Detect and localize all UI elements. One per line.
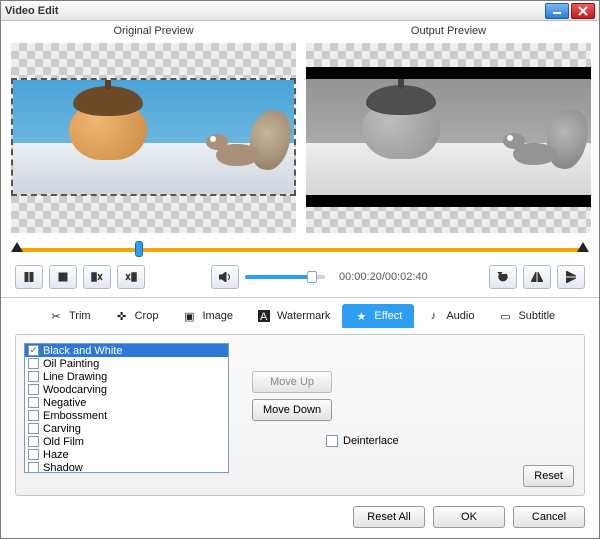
tab-watermark-label: Watermark [277, 310, 330, 322]
volume-button[interactable] [211, 265, 239, 289]
effect-checkbox[interactable] [28, 423, 39, 434]
scissors-icon: ✂ [49, 309, 63, 323]
flip-horizontal-button[interactable] [523, 265, 551, 289]
tab-trim[interactable]: ✂ Trim [37, 304, 103, 328]
music-note-icon: ♪ [426, 309, 440, 323]
list-item[interactable]: Line Drawing [25, 370, 228, 383]
preview-row: Original Preview Output Preview [1, 21, 599, 233]
effect-label: Embossment [43, 410, 107, 422]
crop-frame[interactable] [11, 78, 296, 196]
effect-checkbox[interactable] [28, 436, 39, 447]
effects-listbox[interactable]: ✓ Black and WhiteOil PaintingLine Drawing… [24, 343, 229, 473]
effect-label: Old Film [43, 436, 84, 448]
star-icon: ★ [354, 309, 368, 323]
timeline[interactable] [15, 243, 585, 257]
effect-checkbox[interactable] [28, 449, 39, 460]
tab-subtitle[interactable]: ▭ Subtitle [486, 304, 567, 328]
list-item[interactable]: ✓ Black and White [25, 344, 228, 357]
timecode: 00:00:20/00:02:40 [339, 271, 428, 283]
effect-label: Oil Painting [43, 358, 99, 370]
video-edit-window: Video Edit Original Preview Output Previ… [0, 0, 600, 539]
watermark-icon: A [257, 309, 271, 323]
tab-crop-label: Crop [135, 310, 159, 322]
list-item[interactable]: Embossment [25, 409, 228, 422]
pause-button[interactable] [15, 265, 43, 289]
subtitle-icon: ▭ [498, 309, 512, 323]
effect-label: Negative [43, 397, 86, 409]
tab-subtitle-label: Subtitle [518, 310, 555, 322]
deinterlace-checkbox[interactable] [326, 435, 338, 447]
list-item[interactable]: Shadow [25, 461, 228, 473]
effect-checkbox[interactable] [28, 371, 39, 382]
svg-text:A: A [260, 311, 268, 322]
tab-image-label: Image [202, 310, 233, 322]
window-title: Video Edit [5, 5, 543, 17]
effect-label: Carving [43, 423, 81, 435]
list-item[interactable]: Oil Painting [25, 357, 228, 370]
tab-image[interactable]: ▣ Image [170, 304, 245, 328]
trim-start-marker[interactable] [11, 242, 23, 252]
playback-controls: 00:00:20/00:02:40 [1, 261, 599, 298]
stop-button[interactable] [49, 265, 77, 289]
set-start-button[interactable] [83, 265, 111, 289]
playhead[interactable] [135, 241, 143, 257]
move-down-button[interactable]: Move Down [252, 399, 332, 421]
list-item[interactable]: Negative [25, 396, 228, 409]
effect-label: Line Drawing [43, 371, 107, 383]
tab-effect-label: Effect [374, 310, 402, 322]
output-preview [306, 43, 591, 233]
image-icon: ▣ [182, 309, 196, 323]
deinterlace-label: Deinterlace [343, 435, 399, 447]
tab-watermark[interactable]: A Watermark [245, 304, 342, 328]
effect-checkbox[interactable] [28, 358, 39, 369]
flip-vertical-button[interactable] [557, 265, 585, 289]
effect-label: Woodcarving [43, 384, 107, 396]
tab-trim-label: Trim [69, 310, 91, 322]
list-item[interactable]: Carving [25, 422, 228, 435]
effect-checkbox[interactable] [28, 397, 39, 408]
crop-icon: ✜ [115, 309, 129, 323]
volume-slider[interactable] [245, 275, 325, 279]
tabbar: ✂ Trim ✜ Crop ▣ Image A Watermark ★ Effect ♪ A… [1, 298, 599, 328]
effect-label: Shadow [43, 462, 83, 474]
original-preview-label: Original Preview [11, 21, 296, 43]
reset-all-button[interactable]: Reset All [353, 506, 425, 528]
reset-button[interactable]: Reset [523, 465, 574, 487]
effect-checkbox[interactable] [28, 384, 39, 395]
tab-audio[interactable]: ♪ Audio [414, 304, 486, 328]
effect-checkbox[interactable] [28, 410, 39, 421]
list-item[interactable]: Woodcarving [25, 383, 228, 396]
titlebar: Video Edit [1, 1, 599, 21]
effect-label: Black and White [43, 345, 122, 357]
tab-effect[interactable]: ★ Effect [342, 304, 414, 328]
effect-label: Haze [43, 449, 69, 461]
trim-end-marker[interactable] [577, 242, 589, 252]
effect-checkbox[interactable]: ✓ [28, 345, 39, 356]
list-item[interactable]: Haze [25, 448, 228, 461]
output-preview-label: Output Preview [306, 21, 591, 43]
cancel-button[interactable]: Cancel [513, 506, 585, 528]
original-preview[interactable] [11, 43, 296, 233]
effect-panel: ✓ Black and WhiteOil PaintingLine Drawing… [15, 334, 585, 496]
effect-checkbox[interactable] [28, 462, 39, 473]
tab-crop[interactable]: ✜ Crop [103, 304, 171, 328]
list-item[interactable]: Old Film [25, 435, 228, 448]
undo-button[interactable] [489, 265, 517, 289]
minimize-button[interactable] [545, 3, 569, 19]
footer: Reset All OK Cancel [1, 496, 599, 538]
ok-button[interactable]: OK [433, 506, 505, 528]
tab-audio-label: Audio [446, 310, 474, 322]
move-up-button[interactable]: Move Up [252, 371, 332, 393]
set-end-button[interactable] [117, 265, 145, 289]
close-button[interactable] [571, 3, 595, 19]
